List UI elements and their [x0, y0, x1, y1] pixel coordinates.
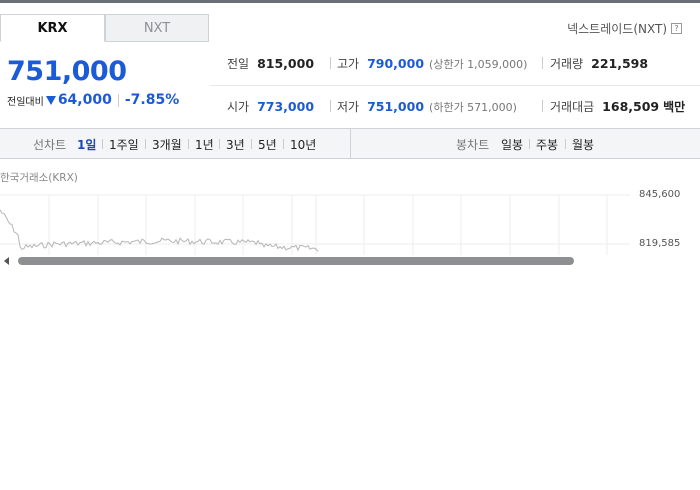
price-line [0, 209, 319, 252]
tab-nxt[interactable]: NXT [105, 14, 209, 42]
line-chart-label: 선차트 [33, 138, 67, 152]
down-triangle-icon [45, 95, 56, 105]
price-chart: 한국거래소(KRX) 845,600 819,585 [0, 160, 700, 270]
stat-high: 고가 790,000 (상한가 1,059,000) [337, 55, 527, 72]
toolbar-midline [350, 129, 351, 158]
change-label: 전일대비 [7, 96, 44, 108]
stat-divider [330, 57, 331, 69]
period-1d-button[interactable]: 1일 [77, 136, 96, 153]
period-10y-button[interactable]: 10년 [290, 136, 316, 153]
period-1y-button[interactable]: 1년 [195, 136, 214, 153]
chart-svg [0, 194, 630, 255]
y-tick-label: 819,585 [639, 238, 681, 249]
period-3y-button[interactable]: 3년 [226, 136, 245, 153]
stat-amount-unit: 백만 [663, 100, 686, 114]
nextrade-link[interactable]: 넥스트레이드(NXT) ? [567, 20, 682, 37]
stat-high-value: 790,000 [367, 56, 425, 71]
candle-monthly-button[interactable]: 월봉 [572, 136, 594, 153]
stats-row-divider [210, 85, 700, 86]
stat-divider [542, 57, 543, 69]
top-border [0, 0, 700, 3]
scrollbar-thumb[interactable] [18, 257, 574, 265]
chart-grid [0, 194, 630, 255]
stat-volume-label: 거래량 [550, 57, 584, 71]
toolbar-separator [188, 139, 189, 149]
market-tabs: KRX NXT [0, 14, 209, 42]
change-separator [117, 93, 119, 107]
period-5y-button[interactable]: 5년 [258, 136, 277, 153]
candle-weekly-button[interactable]: 주봉 [536, 136, 558, 153]
change-value: 64,000 [57, 92, 112, 108]
stat-open: 시가 773,000 [227, 98, 314, 115]
stat-amount-value: 168,509 [602, 99, 660, 114]
toolbar-separator [251, 139, 252, 149]
stat-open-value: 773,000 [257, 99, 315, 114]
stat-open-label: 시가 [227, 100, 250, 114]
toolbar-separator [529, 139, 530, 149]
current-price: 751,000 [7, 56, 127, 87]
stat-low-limit: (하한가 571,000) [429, 101, 517, 114]
nextrade-link-label: 넥스트레이드(NXT) [567, 22, 667, 36]
stat-amount-label: 거래대금 [550, 100, 595, 114]
period-1w-button[interactable]: 1주일 [109, 136, 139, 153]
stat-low-value: 751,000 [367, 99, 425, 114]
scroll-left-icon[interactable] [4, 257, 9, 265]
y-tick-label: 845,600 [639, 189, 681, 200]
stat-high-limit: (상한가 1,059,000) [429, 58, 528, 71]
stat-prev-close-label: 전일 [227, 57, 250, 71]
tab-krx[interactable]: KRX [0, 14, 105, 42]
stat-low-label: 저가 [337, 100, 360, 114]
stat-prev-close: 전일 815,000 [227, 55, 314, 72]
stat-volume-value: 221,598 [591, 56, 649, 71]
period-3m-button[interactable]: 3개월 [152, 136, 182, 153]
toolbar-separator [283, 139, 284, 149]
toolbar-separator [565, 139, 566, 149]
stat-prev-close-value: 815,000 [257, 56, 315, 71]
stat-volume: 거래량 221,598 [550, 55, 648, 72]
toolbar-separator [145, 139, 146, 149]
change-percent: -7.85% [124, 92, 180, 108]
help-icon[interactable]: ? [671, 23, 682, 34]
toolbar-separator [102, 139, 103, 149]
toolbar-separator [219, 139, 220, 149]
stat-low: 저가 751,000 (하한가 571,000) [337, 98, 517, 115]
stat-high-label: 고가 [337, 57, 360, 71]
candle-daily-button[interactable]: 일봉 [501, 136, 523, 153]
stat-divider [542, 100, 543, 112]
candle-chart-label: 봉차트 [456, 138, 490, 152]
stat-divider [330, 100, 331, 112]
chart-toolbar: 선차트 1일 1주일 3개월 1년 3년 5년 10년 봉차트 일봉 주봉 월봉 [0, 128, 700, 159]
price-change: 전일대비 64,000 -7.85% [7, 92, 179, 108]
stat-amount: 거래대금 168,509 백만 [550, 98, 685, 115]
